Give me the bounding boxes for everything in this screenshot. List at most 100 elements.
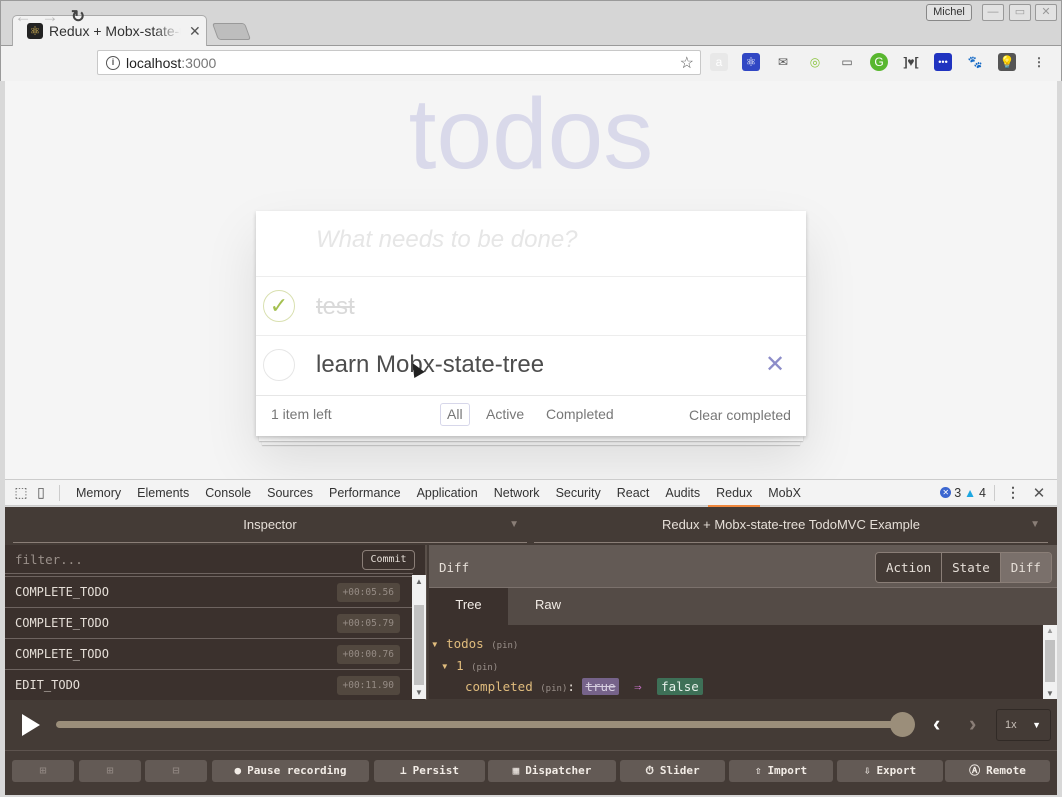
devtools-tab-mobx[interactable]: MobX [760,480,809,506]
browser-menu-icon[interactable]: ⋮ [1030,53,1048,71]
reload-icon[interactable]: ↻ [67,6,89,28]
export-button[interactable]: ⇩ Export [837,760,943,782]
tree-node-index[interactable]: ▾ 1 (pin) [441,658,498,673]
scrollbar-thumb[interactable] [414,605,424,685]
toggle-checkbox[interactable] [263,349,295,381]
monitor-select[interactable]: Inspector ▼ [13,507,527,543]
dock-bottom-button[interactable]: ⊟ [145,760,207,782]
scroll-up-icon[interactable]: ▲ [1046,626,1054,635]
devtools-tab-elements[interactable]: Elements [129,480,197,506]
devtools-tab-security[interactable]: Security [548,480,609,506]
diff-scrollbar[interactable]: ▲ ▼ [1043,625,1057,699]
pause-recording-button[interactable]: ● Pause recording [212,760,369,782]
devtools-tab-redux[interactable]: Redux [708,480,761,507]
gnome-icon[interactable]: 🐾 [966,53,984,71]
clear-completed-button[interactable]: Clear completed [689,407,791,423]
new-tab-button[interactable] [211,23,252,40]
grammarly-icon[interactable]: G [870,53,888,71]
dispatcher-button[interactable]: ▦ Dispatcher [488,760,616,782]
console-counts[interactable]: ✕ 3 ▲ 4 [940,486,986,500]
action-list-item[interactable]: COMPLETE_TODO +00:00.76 [5,638,413,669]
previous-action-icon[interactable]: ‹ [933,711,940,737]
delete-todo-icon[interactable]: ✕ [765,350,785,379]
commit-button[interactable]: Commit [362,550,415,570]
layout-bottom-icon: ⊟ [172,764,180,777]
radar-icon[interactable]: ◎ [806,53,824,71]
devtools-tab-react[interactable]: React [609,480,658,506]
scroll-down-icon[interactable]: ▼ [415,688,423,697]
diff-view-button[interactable]: Diff [1000,553,1051,582]
timeline-slider[interactable] [56,721,902,728]
inspect-element-icon[interactable]: ⬚ [11,484,31,501]
devtools-menu-icon[interactable]: ⋮ [1003,484,1023,501]
minimize-button[interactable]: — [982,4,1004,21]
upload-icon: ⇧ [754,764,762,777]
bookmark-star-icon[interactable]: ☆ [680,53,694,73]
close-tab-icon[interactable]: ✕ [189,23,201,40]
devtools-tab-audits[interactable]: Audits [657,480,708,506]
next-action-icon[interactable]: › [969,711,976,737]
new-todo-input[interactable]: What needs to be done? [316,226,578,254]
filter-input[interactable]: filter... [15,552,83,567]
playback-speed-select[interactable]: 1x ▼ [996,709,1051,741]
info-icon[interactable]: i [106,55,120,70]
devtools-tab-application[interactable]: Application [409,480,486,506]
device-toolbar-icon[interactable]: ▯ [31,484,51,501]
action-list-item[interactable]: COMPLETE_TODO +00:05.56 [5,576,413,607]
scrollbar-thumb[interactable] [1045,640,1055,682]
scroll-up-icon[interactable]: ▲ [415,577,423,586]
remote-button[interactable]: Ⓐ Remote [945,760,1050,782]
raw-tab[interactable]: Raw [508,588,588,625]
divider [5,573,413,574]
tree-tab[interactable]: Tree [429,588,508,625]
redux-devtools-icon[interactable]: ⚛ [742,53,760,71]
filter-active[interactable]: Active [479,403,531,426]
profile-button[interactable]: Michel [926,4,972,21]
import-button[interactable]: ⇧ Import [729,760,833,782]
toggle-checkbox[interactable]: ✓ [263,290,295,322]
scroll-down-icon[interactable]: ▼ [1046,689,1054,698]
dock-right-button[interactable]: ⊞ [79,760,141,782]
devtools-tab-sources[interactable]: Sources [259,480,321,506]
close-devtools-icon[interactable]: ✕ [1029,484,1049,502]
address-bar[interactable]: i localhost:3000 ☆ [97,50,701,75]
extension-a-icon[interactable]: a [710,53,728,71]
old-value: true [582,678,619,695]
persist-button[interactable]: ⊥ Persist [374,760,485,782]
forward-icon[interactable]: → [39,6,61,28]
button-label: Remote [986,764,1026,777]
code-brackets-icon[interactable]: ]♥[ [902,53,920,71]
action-view-button[interactable]: Action [876,553,943,582]
todo-label[interactable]: learn Mobx-state-tree [316,351,544,379]
action-list-item[interactable]: COMPLETE_TODO +00:05.79 [5,607,413,638]
action-name: COMPLETE_TODO [15,585,109,599]
maximize-button[interactable]: ▭ [1009,4,1031,21]
instance-select[interactable]: Redux + Mobx-state-tree TodoMVC Example … [534,507,1048,543]
play-button[interactable] [22,714,40,736]
mailbox-icon[interactable]: ✉ [774,53,792,71]
action-list-scrollbar[interactable]: ▲ ▼ [412,575,426,699]
pin-link[interactable]: (pin) [471,663,498,673]
pin-link[interactable]: (pin) [540,684,567,694]
back-icon[interactable]: ← [12,6,34,28]
action-list-item[interactable]: EDIT_TODO +00:11.90 [5,669,413,700]
expand-arrow-icon[interactable]: ▾ [441,658,449,673]
devtools-tab-performance[interactable]: Performance [321,480,409,506]
close-window-button[interactable]: ✕ [1035,4,1057,21]
state-view-button[interactable]: State [942,553,1001,582]
filter-all[interactable]: All [440,403,470,426]
devtools-tab-console[interactable]: Console [197,480,259,506]
expand-arrow-icon[interactable]: ▾ [431,636,439,651]
cast-icon[interactable]: ▭ [838,53,856,71]
slider-button[interactable]: ⏱ Slider [620,760,725,782]
slider-handle[interactable] [889,712,915,737]
devtools-tab-network[interactable]: Network [486,480,548,506]
dock-left-button[interactable]: ⊞ [12,760,74,782]
tree-node-todos[interactable]: ▾ todos (pin) [431,636,518,651]
filter-completed[interactable]: Completed [539,403,621,426]
devtools-tab-memory[interactable]: Memory [68,480,129,506]
lastpass-icon[interactable]: ••• [934,53,952,71]
pin-link[interactable]: (pin) [491,641,518,651]
lightbulb-icon[interactable]: 💡 [998,53,1016,71]
action-name: EDIT_TODO [15,678,81,692]
